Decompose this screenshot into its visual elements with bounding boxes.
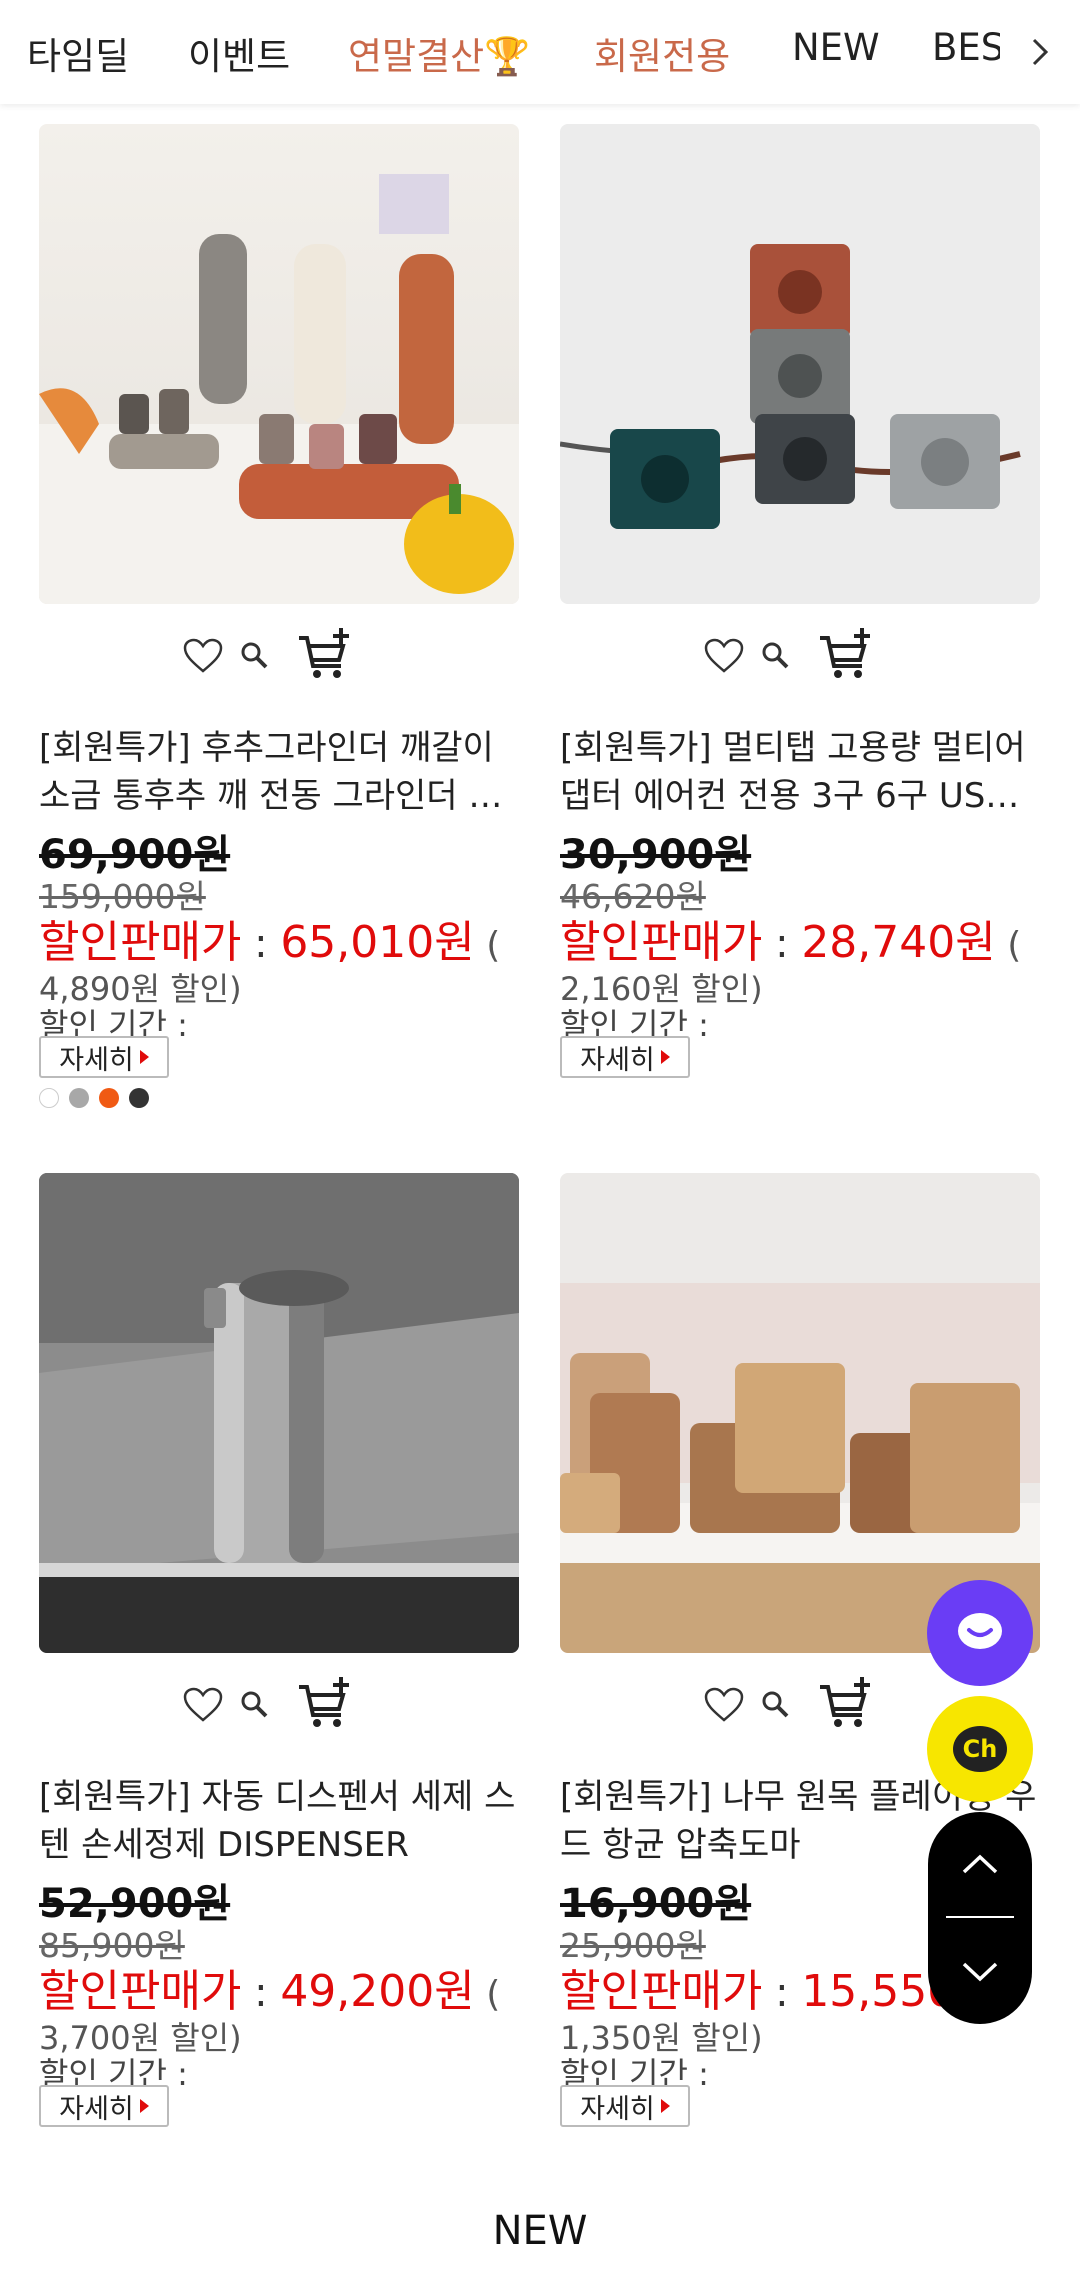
product-title[interactable]: [회원특가] 멀티탭 고용량 멀티어 댑터 에어컨 전용 3구 6구 USB 멀… [560,724,1040,820]
detail-button[interactable]: 자세히 [39,2085,169,2127]
scroll-control [928,1812,1032,2024]
color-swatches [39,1088,149,1108]
scroll-divider [946,1916,1014,1918]
detail-button-label: 자세히 [59,1044,134,1076]
sale-label: 할인판매가 [39,1966,242,2017]
nav-item-best[interactable]: BES [932,26,1004,69]
add-to-cart-icon[interactable] [297,626,353,682]
color-swatch-black[interactable] [129,1088,149,1108]
arrow-right-icon [660,2099,670,2113]
detail-button[interactable]: 자세히 [560,2085,690,2127]
sale-price-row: 할인판매가 : 49,200원 ( [39,1966,501,2017]
chat-button[interactable] [927,1580,1033,1686]
chevron-down-icon [962,1962,998,1982]
add-to-cart-icon[interactable] [818,626,874,682]
detail-button[interactable]: 자세히 [560,1036,690,1078]
add-to-cart-icon[interactable] [297,1675,353,1731]
sale-label: 할인판매가 [560,917,763,968]
heart-icon[interactable] [183,638,223,674]
scroll-up-button[interactable] [928,1812,1032,1916]
chevron-right-icon [1032,38,1049,66]
nav-item-event[interactable]: 이벤트 [188,26,290,80]
zoom-icon[interactable] [760,1689,790,1719]
nav-item-year-end[interactable]: 연말결산🏆 [348,26,530,80]
product-actions [560,624,1040,684]
kakao-channel-icon: Ch [953,1726,1007,1772]
sale-price-row: 할인판매가 : 65,010원 ( [39,917,501,968]
product-image-power-strip[interactable] [560,124,1040,604]
sale-label: 할인판매가 [560,1966,763,2017]
category-nav: 타임딜 이벤트 연말결산🏆 회원전용 NEW BES [0,0,1080,104]
nav-item-members-only[interactable]: 회원전용 [594,26,730,80]
sale-label: 할인판매가 [39,917,242,968]
detail-button-label: 자세히 [580,1044,655,1076]
chat-bubble-icon [958,1613,1002,1649]
detail-button-label: 자세히 [59,2093,134,2125]
arrow-right-icon [139,2099,149,2113]
sale-price-row: 할인판매가 : 28,740원 ( [560,917,1022,968]
sale-price: 49,200원 [280,1966,475,2017]
product-title-line2: 댑터 에어컨 전용 3구 6구 USB 멀티탭 [560,776,1040,816]
product-image-soap-dispenser[interactable] [39,1173,519,1653]
product-actions [39,1673,519,1733]
zoom-icon[interactable] [760,640,790,670]
heart-icon[interactable] [704,638,744,674]
add-to-cart-icon[interactable] [818,1675,874,1731]
product-image-pepper-grinder[interactable] [39,124,519,604]
product-title[interactable]: [회원특가] 후추그라인더 깨갈이 소금 통후추 깨 전동 그라인더 페퍼밀 [39,724,519,820]
product-title-line2: 텐 손세정제 DISPENSER [39,1825,409,1865]
color-swatch-gray[interactable] [69,1088,89,1108]
color-swatch-orange[interactable] [99,1088,119,1108]
nav-more-button[interactable] [1000,0,1080,104]
product-title-line1: [회원특가] 자동 디스펜서 세제 스 [39,1777,516,1817]
product-title-line1: [회원특가] 멀티탭 고용량 멀티어 [560,728,1026,768]
zoom-icon[interactable] [239,640,269,670]
sale-price: 65,010원 [280,917,475,968]
product-title-line1: [회원특가] 후추그라인더 깨갈이 [39,728,494,768]
section-heading-new: NEW [492,2208,588,2254]
scroll-down-button[interactable] [928,1920,1032,2024]
color-swatch-white[interactable] [39,1088,59,1108]
product-actions [39,624,519,684]
heart-icon[interactable] [183,1687,223,1723]
sale-price: 28,740원 [801,917,996,968]
nav-item-timedeal[interactable]: 타임딜 [27,26,129,80]
arrow-right-icon [139,1050,149,1064]
zoom-icon[interactable] [239,1689,269,1719]
nav-item-new[interactable]: NEW [792,26,880,69]
product-title-line2: 소금 통후추 깨 전동 그라인더 페퍼밀 [39,776,519,816]
kakao-channel-button[interactable]: Ch [927,1696,1033,1802]
chevron-up-icon [962,1854,998,1874]
kakao-channel-label: Ch [962,1735,998,1763]
product-title[interactable]: [회원특가] 자동 디스펜서 세제 스 텐 손세정제 DISPENSER [39,1773,519,1869]
heart-icon[interactable] [704,1687,744,1723]
detail-button[interactable]: 자세히 [39,1036,169,1078]
detail-button-label: 자세히 [580,2093,655,2125]
arrow-right-icon [660,1050,670,1064]
